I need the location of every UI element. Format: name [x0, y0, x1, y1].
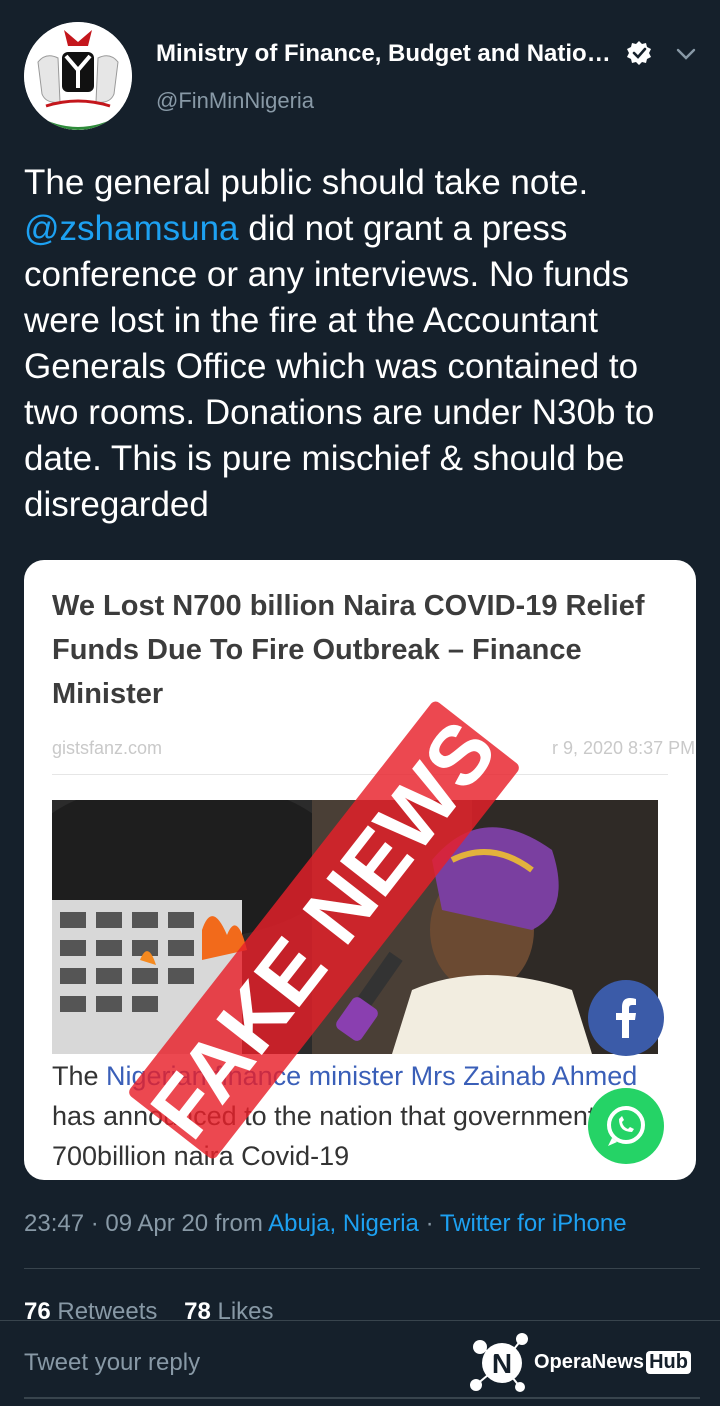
account-handle[interactable]: @FinMinNigeria	[156, 88, 314, 114]
operanews-logo-icon: N	[470, 1333, 528, 1392]
operanews-watermark: OperaNews Hub	[534, 1351, 691, 1374]
divider	[24, 1268, 700, 1269]
article-excerpt-link: Nigerian finance minister Mrs Zainab Ahm…	[106, 1061, 638, 1091]
tweet-text: The general public should take note. @zs…	[24, 160, 700, 528]
reply-bar: Tweet your reply N OperaNews Hub	[0, 1320, 720, 1406]
meta-separator: ·	[418, 1210, 440, 1237]
article-excerpt-rest: has announced to the nation that governm…	[52, 1101, 645, 1171]
tweet-time: 23:47 · 09 Apr 20 from	[24, 1210, 269, 1237]
reply-input[interactable]: Tweet your reply	[24, 1349, 200, 1377]
operanews-hub-badge: Hub	[646, 1351, 691, 1374]
mention-link[interactable]: @zshamsuna	[24, 209, 239, 248]
likes-label: Likes	[210, 1298, 274, 1320]
account-display-name[interactable]: Ministry of Finance, Budget and Natio…	[156, 40, 622, 68]
likes-stat[interactable]: 78 Likes	[184, 1298, 273, 1320]
tweet-media-image[interactable]: We Lost N700 billion Naira COVID-19 Reli…	[24, 560, 696, 1180]
article-date: r 9, 2020 8:37 PM	[552, 738, 696, 758]
tweet-timestamp: 23:47 · 09 Apr 20 from Abuja, Nigeria · …	[24, 1210, 627, 1238]
divider	[52, 774, 668, 775]
tweet-text-rest: did not grant a press conference or any …	[24, 209, 655, 524]
chevron-down-icon[interactable]	[672, 40, 700, 68]
location-link[interactable]: Abuja, Nigeria	[268, 1210, 419, 1237]
engagement-stats: 76 Retweets 78 Likes	[24, 1298, 274, 1320]
whatsapp-icon	[607, 1106, 645, 1146]
article-excerpt-start: The	[52, 1061, 107, 1091]
article-excerpt: The Nigerian finance minister Mrs Zainab…	[52, 1056, 668, 1176]
coat-of-arms-icon	[24, 22, 132, 130]
share-whatsapp-button[interactable]	[588, 1088, 664, 1164]
article-source: gistsfanz.com	[52, 738, 163, 758]
verified-badge-icon	[626, 40, 652, 66]
retweets-count: 76	[24, 1298, 51, 1320]
likes-count: 78	[184, 1298, 211, 1320]
tweet-header: Ministry of Finance, Budget and Natio… @…	[0, 0, 720, 140]
article-photo	[52, 800, 658, 1054]
facebook-icon	[616, 998, 636, 1038]
operanews-brand: OperaNews	[534, 1351, 645, 1373]
retweets-stat[interactable]: 76 Retweets	[24, 1298, 157, 1320]
client-link[interactable]: Twitter for iPhone	[440, 1210, 627, 1237]
share-facebook-button[interactable]	[588, 980, 664, 1056]
reply-input-underline	[24, 1397, 700, 1399]
article-title: We Lost N700 billion Naira COVID-19 Reli…	[52, 590, 645, 710]
svg-text:N: N	[492, 1348, 512, 1379]
account-avatar[interactable]	[24, 22, 132, 130]
tweet-text-start: The general public should take note.	[24, 163, 589, 202]
retweets-label: Retweets	[50, 1298, 158, 1320]
